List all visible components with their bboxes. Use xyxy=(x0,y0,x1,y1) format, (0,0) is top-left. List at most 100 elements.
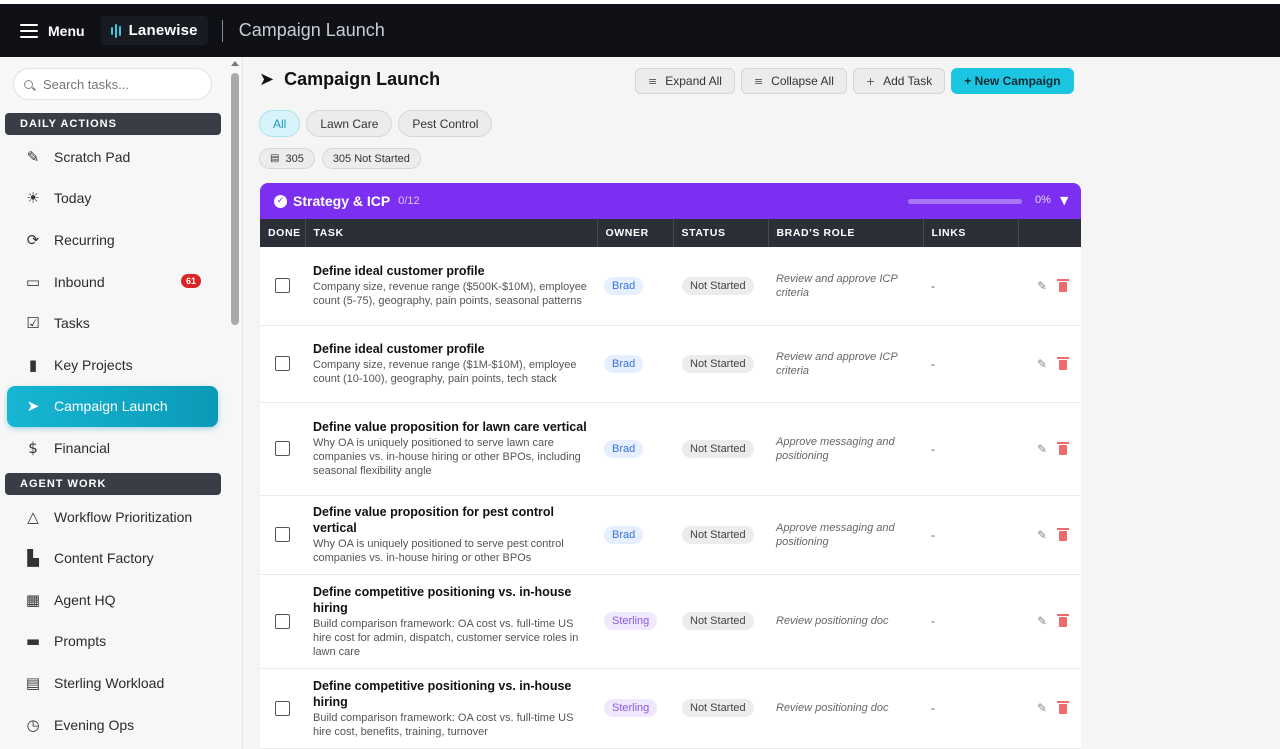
menu-label: Menu xyxy=(48,22,85,39)
sidebar-item-campaign-launch[interactable]: ➤ Campaign Launch xyxy=(7,385,218,428)
owner-badge[interactable]: Brad xyxy=(604,276,644,295)
owner-badge[interactable]: Sterling xyxy=(604,612,658,630)
trash-icon[interactable] xyxy=(1057,278,1069,292)
task-title[interactable]: Define value proposition for lawn care v… xyxy=(313,419,587,435)
trash-icon[interactable] xyxy=(1057,356,1069,370)
sidebar-item-sterling-workload[interactable]: ▤ Sterling Workload xyxy=(0,662,242,704)
role-cell: Review and approve ICP criteria xyxy=(768,247,923,326)
document-icon: ▤ xyxy=(270,153,280,164)
trash-icon[interactable] xyxy=(1057,527,1069,541)
filter-chips: All Lawn Care Pest Control xyxy=(259,110,493,137)
done-checkbox[interactable] xyxy=(275,700,290,716)
done-checkbox[interactable] xyxy=(275,613,290,629)
page-title: Campaign Launch xyxy=(284,69,441,89)
chevron-down-icon[interactable]: ▼ xyxy=(1060,194,1068,207)
sidebar-item-workflow-prioritization[interactable]: △ Workflow Prioritization xyxy=(0,496,242,538)
sidebar-item-scratch-pad[interactable]: ✎ Scratch Pad xyxy=(0,136,242,178)
owner-badge[interactable]: Brad xyxy=(604,354,644,373)
owner-badge[interactable]: Brad xyxy=(604,525,644,544)
sidebar-item-agent-hq[interactable]: ▦ Agent HQ xyxy=(0,579,242,621)
task-counts: ▤ 305 305 Not Started xyxy=(259,148,421,169)
status-badge[interactable]: Not Started xyxy=(682,439,754,458)
filter-all[interactable]: All xyxy=(259,110,301,137)
scrollbar-thumb[interactable] xyxy=(231,73,239,325)
status-badge[interactable]: Not Started xyxy=(682,354,754,373)
task-title[interactable]: Define ideal customer profile xyxy=(313,263,587,279)
done-cell xyxy=(260,325,305,403)
edit-icon[interactable]: ✎ xyxy=(1037,279,1047,293)
menu-button[interactable]: Menu xyxy=(20,23,85,39)
new-campaign-button[interactable]: + New Campaign xyxy=(951,68,1074,94)
task-description: Company size, revenue range ($1M-$10M), … xyxy=(313,359,577,385)
status-cell: Not Started xyxy=(673,495,768,575)
table-row[interactable]: Define value proposition for pest contro… xyxy=(260,495,1081,575)
status-badge[interactable]: Not Started xyxy=(682,612,754,630)
expand-all-label: Expand All xyxy=(665,74,722,88)
filter-pest-control[interactable]: Pest Control xyxy=(398,110,493,137)
sidebar-item-evening-ops[interactable]: ◷ Evening Ops xyxy=(0,704,242,746)
sidebar-item-prompts[interactable]: ▬ Prompts xyxy=(0,621,242,663)
trash-icon[interactable] xyxy=(1057,701,1069,715)
done-checkbox[interactable] xyxy=(275,356,290,371)
edit-icon[interactable]: ✎ xyxy=(1037,701,1047,715)
scroll-up-arrow-icon[interactable] xyxy=(231,61,239,66)
owner-cell: Brad xyxy=(597,402,673,496)
done-checkbox[interactable] xyxy=(275,278,290,294)
task-description: Company size, revenue range ($500K-$10M)… xyxy=(313,281,587,308)
trash-icon[interactable] xyxy=(1057,614,1069,628)
filter-label: Pest Control xyxy=(412,116,479,131)
sidebar-scrollbar[interactable] xyxy=(230,57,240,749)
filter-lawn-care[interactable]: Lawn Care xyxy=(306,110,393,137)
sidebar-item-label: Prompts xyxy=(54,633,107,650)
task-title[interactable]: Define ideal customer profile xyxy=(313,341,587,357)
status-badge[interactable]: Not Started xyxy=(682,525,754,544)
sidebar-item-today[interactable]: ☀ Today xyxy=(0,178,242,220)
status-badge[interactable]: Not Started xyxy=(682,276,754,295)
edit-icon[interactable]: ✎ xyxy=(1037,614,1047,628)
new-campaign-label: + New Campaign xyxy=(964,74,1061,88)
checkbox-icon: ☑ xyxy=(26,314,40,333)
owner-cell: Sterling xyxy=(597,668,673,749)
search-box[interactable] xyxy=(13,68,212,100)
sidebar-item-key-projects[interactable]: ▮ Key Projects xyxy=(0,344,242,386)
status-badge[interactable]: Not Started xyxy=(682,699,754,717)
collapse-all-button[interactable]: ≡ Collapse All xyxy=(740,68,847,94)
table-row[interactable]: Define ideal customer profile Company siz… xyxy=(260,325,1081,403)
task-title[interactable]: Define competitive positioning vs. in-ho… xyxy=(313,584,587,616)
sidebar-item-recurring[interactable]: ⟳ Recurring xyxy=(0,219,242,261)
edit-icon[interactable]: ✎ xyxy=(1037,442,1047,456)
task-title[interactable]: Define value proposition for pest contro… xyxy=(313,504,587,536)
sidebar-item-inbound[interactable]: ▭ Inbound 61 xyxy=(0,261,242,303)
owner-badge[interactable]: Sterling xyxy=(604,699,658,717)
table-row[interactable]: Define competitive positioning vs. in-ho… xyxy=(260,668,1081,749)
edit-icon[interactable]: ✎ xyxy=(1037,357,1047,371)
done-checkbox[interactable] xyxy=(275,441,290,456)
sidebar-item-tasks[interactable]: ☑ Tasks xyxy=(0,302,242,344)
search-icon xyxy=(24,79,33,89)
sun-icon: ☀ xyxy=(26,189,40,208)
trash-icon[interactable] xyxy=(1057,441,1069,455)
sidebar-item-financial[interactable]: $ Financial xyxy=(0,427,242,469)
edit-icon[interactable]: ✎ xyxy=(1037,528,1047,542)
table-row[interactable]: Define ideal customer profile Company siz… xyxy=(260,247,1081,326)
brand-logo[interactable]: Lanewise xyxy=(100,16,208,45)
building-icon: ▦ xyxy=(25,590,41,609)
table-row[interactable]: Define competitive positioning vs. in-ho… xyxy=(260,574,1081,669)
expand-all-button[interactable]: ≡ Expand All xyxy=(635,68,735,94)
owner-badge[interactable]: Brad xyxy=(604,439,644,458)
soundwave-icon xyxy=(110,23,121,38)
task-title[interactable]: Define competitive positioning vs. in-ho… xyxy=(313,678,587,710)
group-header[interactable]: ✓ Strategy & ICP 0/12 0% ▼ xyxy=(260,183,1081,219)
col-links: LINKS xyxy=(923,219,1019,247)
table-row[interactable]: Define value proposition for lawn care v… xyxy=(260,402,1081,496)
sidebar-item-label: Key Projects xyxy=(54,356,133,373)
add-task-button[interactable]: + Add Task xyxy=(852,68,946,94)
sidebar-item-content-factory[interactable]: ▙ Content Factory xyxy=(0,537,242,579)
role-cell: Review and approve ICP criteria xyxy=(768,325,923,403)
search-input[interactable] xyxy=(43,76,193,92)
sidebar-nav: DAILY ACTIONS ✎ Scratch Pad ☀ Today ⟳ Recurrin… xyxy=(0,113,242,745)
not-started-count-badge: 305 Not Started xyxy=(321,148,421,169)
links-cell: - xyxy=(923,495,1018,575)
done-checkbox[interactable] xyxy=(275,527,290,542)
task-cell: Define value proposition for lawn care v… xyxy=(305,402,597,496)
